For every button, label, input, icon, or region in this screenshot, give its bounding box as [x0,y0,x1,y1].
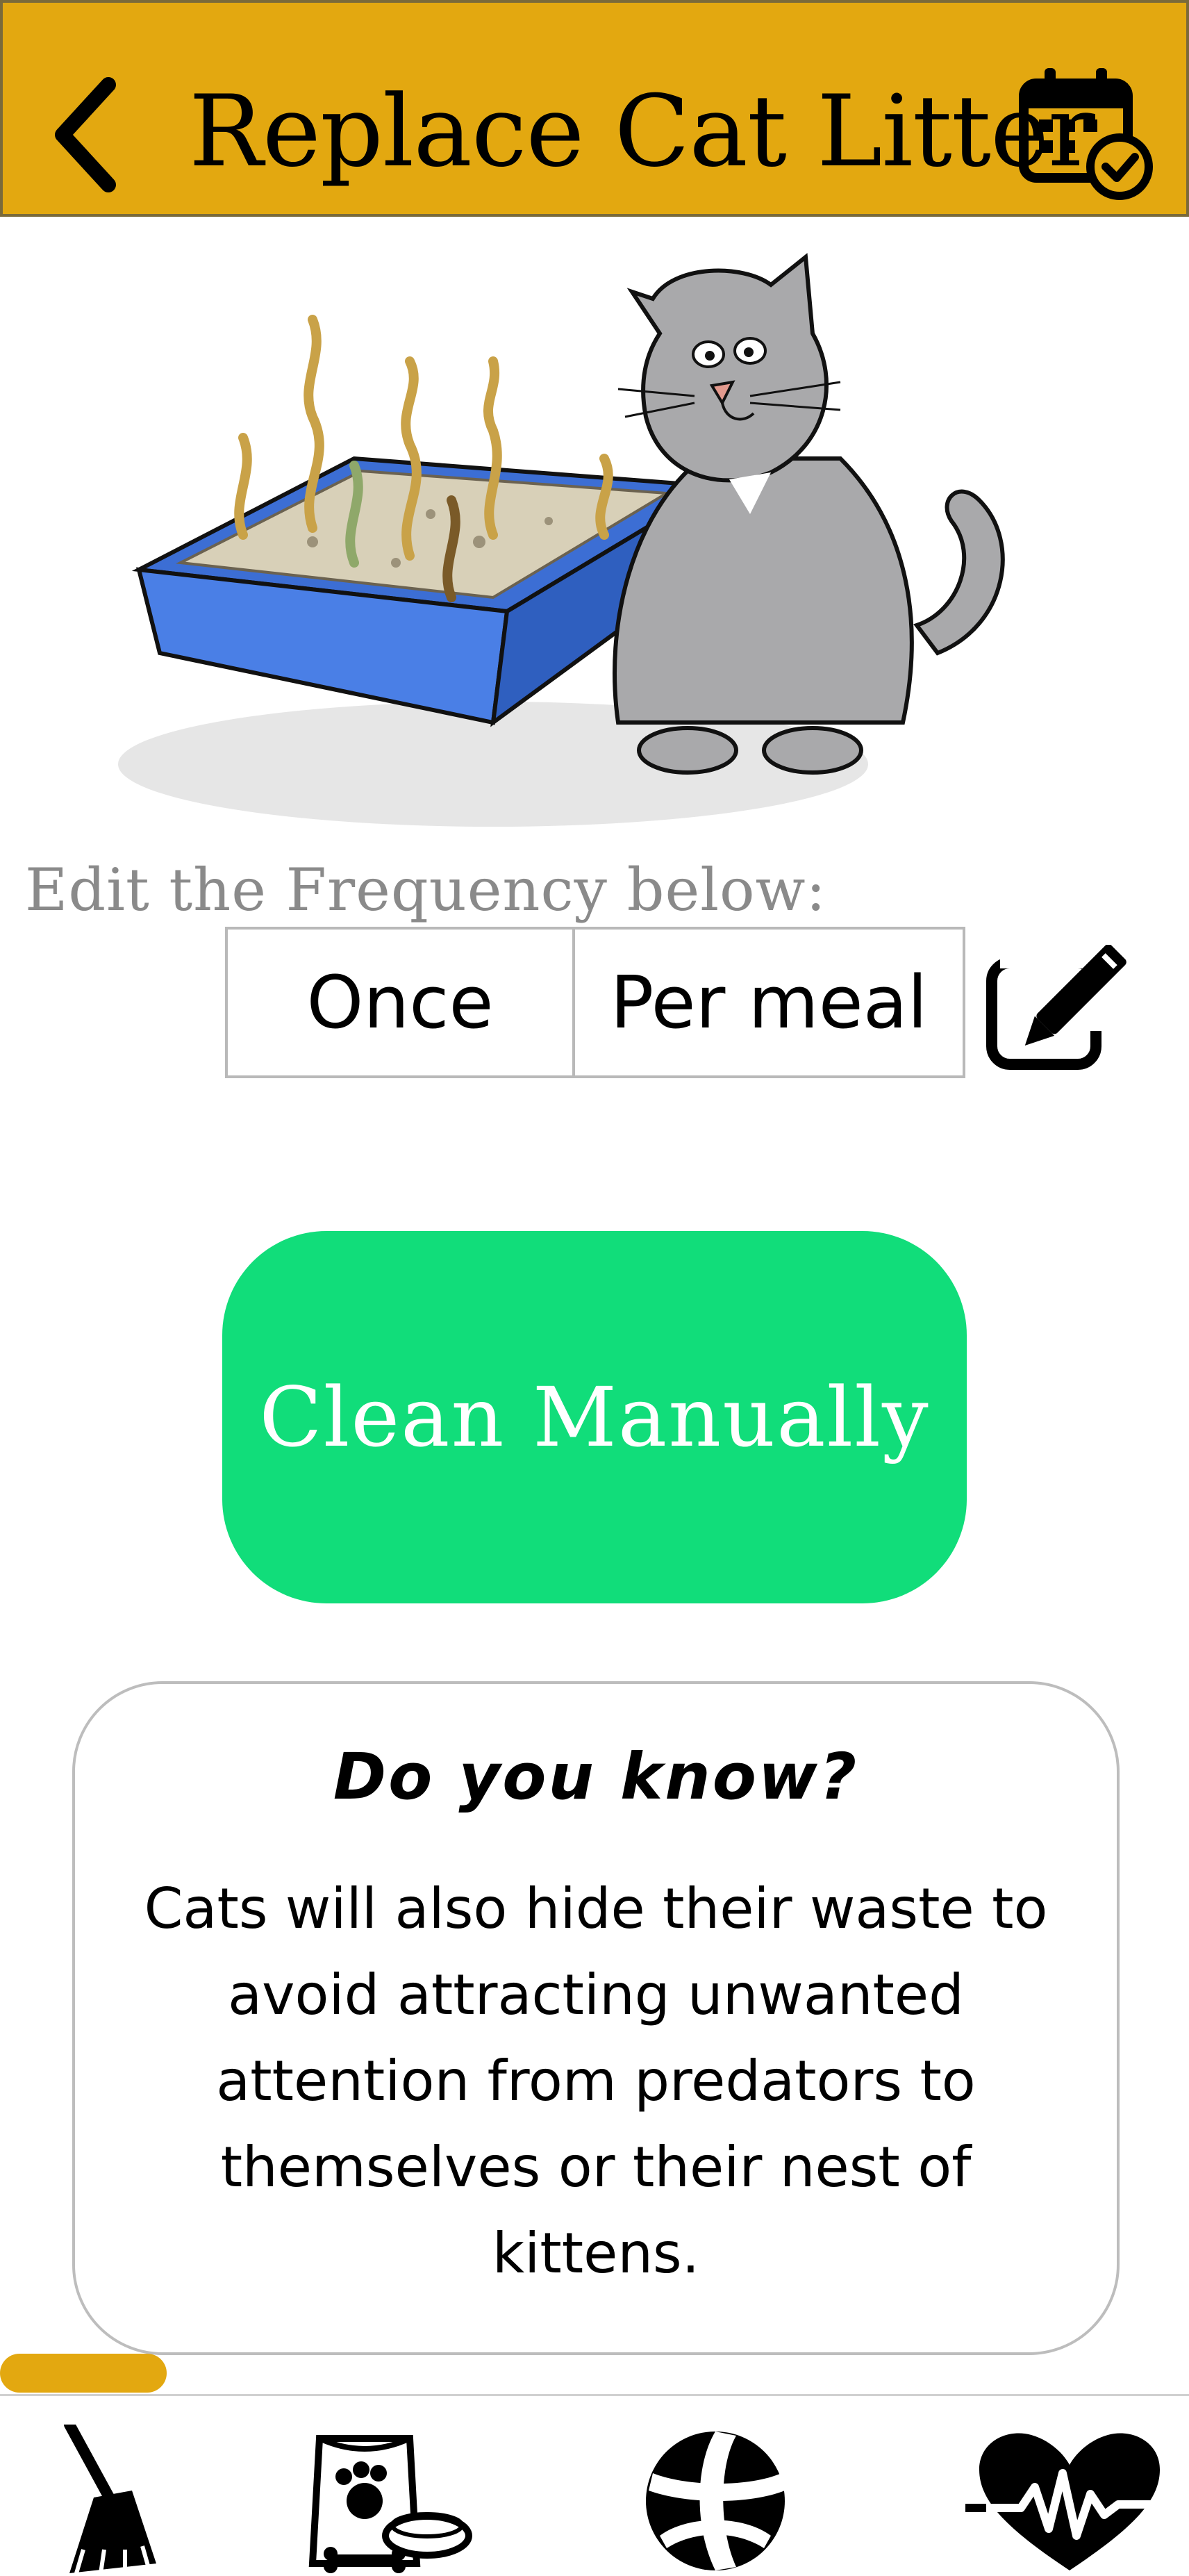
frequency-unit-field[interactable]: Per meal [572,927,965,1078]
nav-item-health[interactable] [965,2425,1174,2573]
fact-text: Cats will also hide their waste to avoid… [144,1876,1048,2286]
edit-frequency-button[interactable] [985,944,1133,1070]
chevron-left-icon [55,77,116,192]
calendar-check-icon [1019,68,1153,200]
cat-litter-box-illustration [104,236,1063,848]
app-header: Replace Cat Litter [0,0,1189,217]
heartbeat-icon [965,2433,1174,2570]
fact-card: Do you know? Cats will also hide their w… [72,1681,1120,2355]
edit-icon [986,944,1126,1070]
nav-item-play[interactable] [632,2425,799,2573]
nav-item-feeding[interactable] [306,2425,472,2573]
nav-divider [0,2394,1189,2396]
pet-food-icon [308,2435,472,2573]
clean-manually-button[interactable]: Clean Manually [222,1231,967,1603]
page-title: Replace Cat Litter [189,74,1095,189]
progress-bar [0,2354,1189,2393]
broom-icon [64,2419,156,2574]
bottom-navigation [0,2397,1189,2574]
back-button[interactable] [44,72,128,197]
nav-item-cleaning[interactable] [28,2419,194,2574]
fact-title: Do you know? [333,1740,859,1814]
cat [613,253,1005,775]
progress-fill [0,2354,167,2393]
frequency-count-field[interactable]: Once [225,927,575,1078]
calendar-button[interactable] [1018,64,1157,203]
ball-icon [646,2431,785,2570]
frequency-label: Edit the Frequency below: [25,856,826,924]
